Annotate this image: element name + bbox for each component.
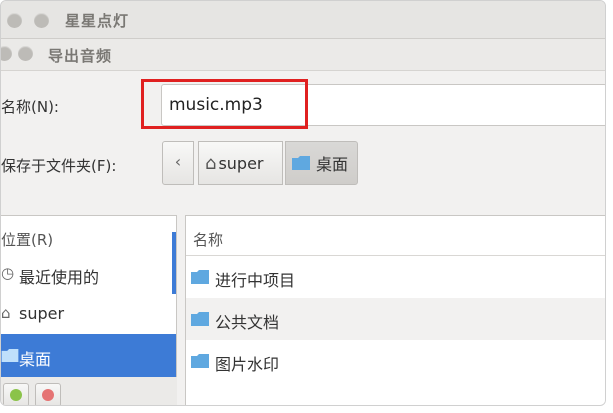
remove-bookmark-button[interactable] <box>35 383 61 405</box>
name-label: 名称(N): <box>1 98 59 116</box>
places-header: 位置(R) <box>1 231 54 249</box>
list-item[interactable]: 图片水印 <box>186 340 605 382</box>
list-item[interactable]: 进行中项目 <box>186 256 605 298</box>
sidebar-item-desktop[interactable]: 桌面 <box>1 334 176 378</box>
folder-icon <box>292 156 310 170</box>
sidebar-item-label: 桌面 <box>19 350 52 369</box>
sidebar-item-label: 最近使用的 <box>19 268 100 287</box>
window-frame: 星星点灯 导出音频 名称(N): 保存于文件夹(F): ‹ ⌂ super 桌面… <box>0 0 606 406</box>
dialog-minimize-button[interactable] <box>18 46 33 61</box>
path-back-button[interactable]: ‹ <box>162 141 194 185</box>
home-icon: ⌂ <box>1 304 11 322</box>
back-window-titlebar: 星星点灯 <box>1 1 605 39</box>
minimize-window-button[interactable] <box>34 13 49 28</box>
path-button-label: super <box>218 153 264 173</box>
dialog-close-button[interactable] <box>1 46 12 61</box>
sidebar-item-label: super <box>19 304 65 323</box>
close-window-button[interactable] <box>7 13 22 28</box>
places-sidebar: 位置(R) ◷ 最近使用的 ⌂ super 桌面 <box>1 215 177 378</box>
dialog-titlebar: 导出音频 <box>1 39 605 71</box>
path-button-label: 桌面 <box>316 155 349 174</box>
remove-icon <box>42 389 54 401</box>
add-bookmark-button[interactable] <box>3 383 29 405</box>
file-name: 公共文档 <box>215 313 280 332</box>
column-header-name[interactable]: 名称 <box>186 216 605 256</box>
sidebar-item-home[interactable]: ⌂ super <box>1 296 176 334</box>
folder-icon <box>191 312 209 326</box>
list-item[interactable]: 公共文档 <box>186 298 605 340</box>
folder-icon <box>191 354 209 368</box>
folder-icon <box>191 270 209 284</box>
save-folder-label: 保存于文件夹(F): <box>1 157 117 175</box>
path-button-super[interactable]: ⌂ super <box>198 141 283 185</box>
dialog-title: 导出音频 <box>48 47 113 65</box>
path-button-desktop[interactable]: 桌面 <box>285 141 358 185</box>
file-list: 名称 进行中项目 公共文档 图片水印 <box>185 215 605 405</box>
chevron-left-icon: ‹ <box>174 152 182 171</box>
back-window-title: 星星点灯 <box>65 12 130 30</box>
home-icon: ⌂ <box>205 152 217 174</box>
add-icon <box>10 389 22 401</box>
folder-icon <box>1 349 19 362</box>
file-name: 进行中项目 <box>215 271 296 290</box>
file-name: 图片水印 <box>215 355 280 374</box>
clock-icon: ◷ <box>1 264 15 282</box>
filename-input[interactable] <box>161 84 605 126</box>
places-toolbar <box>1 377 177 405</box>
sidebar-item-recent[interactable]: ◷ 最近使用的 <box>1 256 176 294</box>
